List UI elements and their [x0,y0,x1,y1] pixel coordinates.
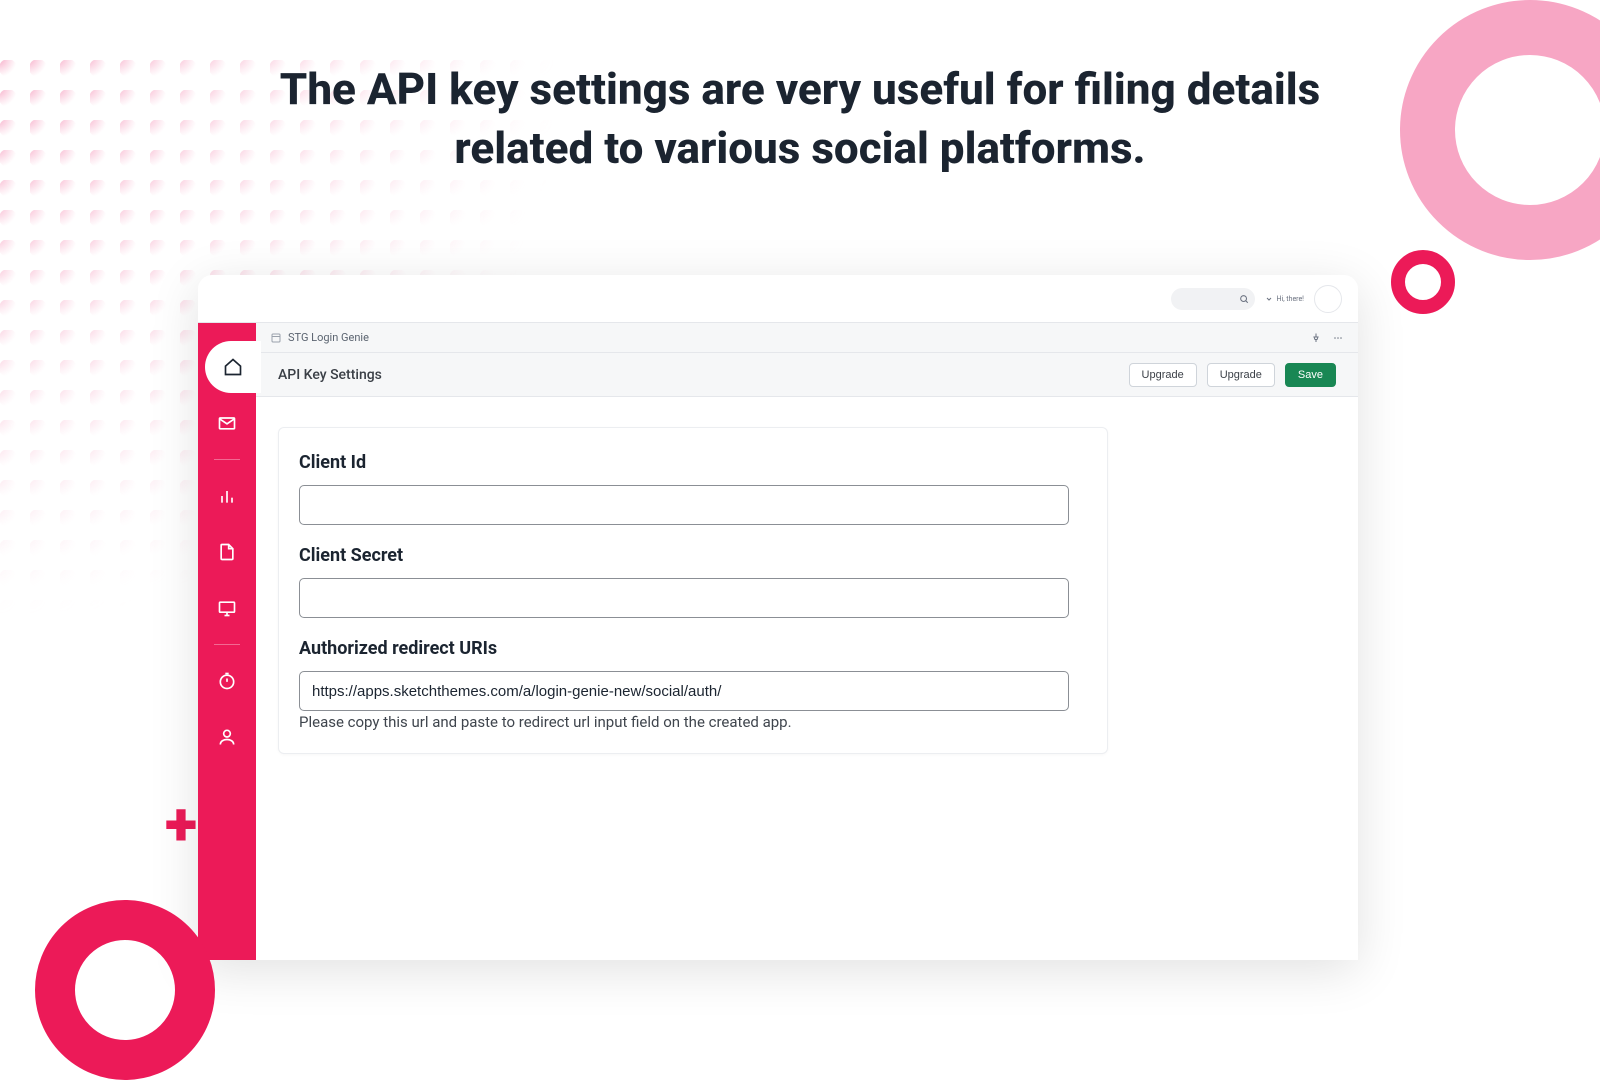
api-key-card: Client Id Client Secret Authorized redir… [278,427,1108,754]
upgrade-button-secondary[interactable]: Upgrade [1129,363,1197,387]
user-icon [217,727,237,747]
sidebar-separator [214,644,240,645]
redirect-uri-label: Authorized redirect URIs [299,638,1087,659]
monitor-icon [217,598,237,618]
decorative-ring-bottom [35,900,215,1080]
sidebar-item-home[interactable] [205,341,261,393]
decorative-ring-small [1391,250,1455,314]
sidebar-item-analytics[interactable] [198,470,256,522]
page-header: API Key Settings Upgrade Upgrade Save [256,353,1358,397]
client-secret-input[interactable] [299,578,1069,618]
search-icon [1239,294,1249,304]
avatar[interactable] [1314,285,1342,313]
file-icon [217,542,237,562]
pin-icon[interactable] [1310,332,1322,344]
timer-icon [217,671,237,691]
chart-icon [217,486,237,506]
page-headline: The API key settings are very useful for… [270,60,1330,179]
sidebar-separator [214,459,240,460]
sidebar-item-timer[interactable] [198,655,256,707]
user-greeting: Hi, there! [1277,295,1305,303]
breadcrumb: STG Login Genie [256,323,1358,353]
app-window: Hi, there! [198,275,1358,960]
home-icon [223,357,243,377]
client-id-label: Client Id [299,452,1087,473]
redirect-uri-input[interactable] [299,671,1069,711]
user-menu[interactable]: Hi, there! [1265,295,1305,303]
mail-icon [217,413,237,433]
client-id-input[interactable] [299,485,1069,525]
decorative-ring-large [1400,0,1600,260]
upgrade-button[interactable]: Upgrade [1207,363,1275,387]
decorative-plus-icon: + [165,810,197,840]
sidebar-item-display[interactable] [198,582,256,634]
redirect-uri-helper: Please copy this url and paste to redire… [299,713,1087,731]
search-input[interactable] [1171,288,1255,310]
save-button[interactable]: Save [1285,363,1336,387]
client-secret-label: Client Secret [299,545,1087,566]
app-icon [270,332,282,344]
sidebar-item-user[interactable] [198,711,256,763]
more-icon[interactable] [1332,332,1344,344]
content-area[interactable]: Client Id Client Secret Authorized redir… [256,397,1358,960]
breadcrumb-app-name: STG Login Genie [288,331,369,344]
chevron-down-icon [1265,295,1273,303]
topbar: Hi, there! [198,275,1358,323]
sidebar-item-mail[interactable] [198,397,256,449]
sidebar [198,323,256,960]
sidebar-item-files[interactable] [198,526,256,578]
page-title: API Key Settings [278,367,382,383]
main-panel: STG Login Genie API Key Settings Upgrade… [256,323,1358,960]
